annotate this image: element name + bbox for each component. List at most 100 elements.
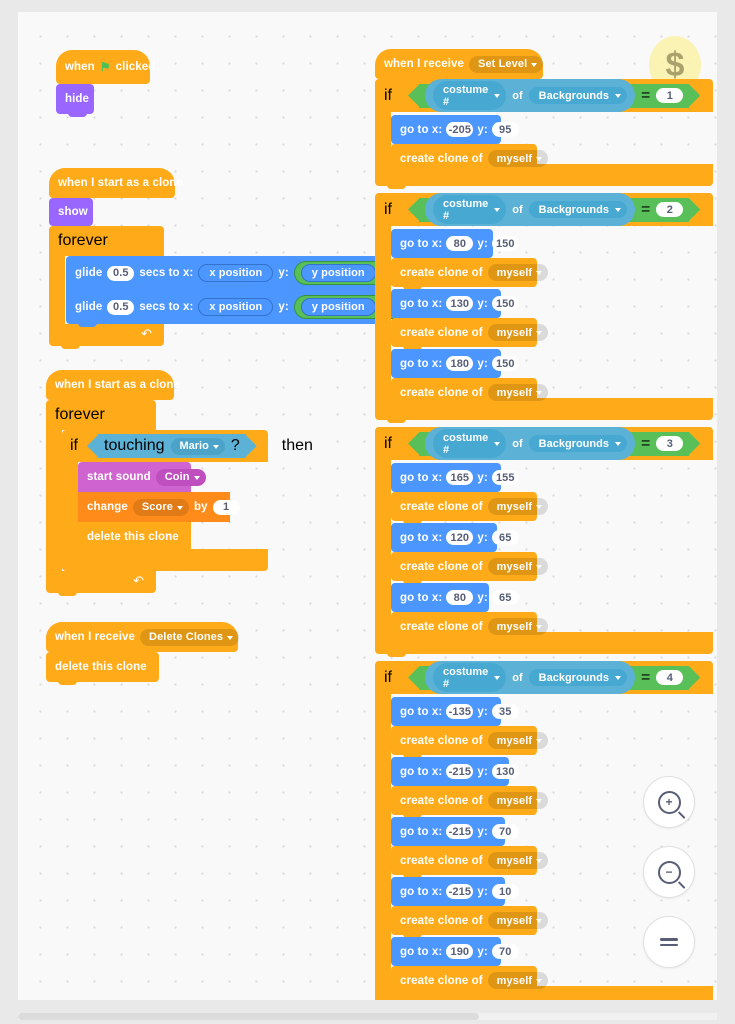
block-goto-4-5[interactable]: go to x: 190 y: 70 (391, 937, 519, 966)
reporter-of-bg2[interactable]: costume # of Backgrounds (425, 193, 635, 226)
reporter-of-bg1[interactable]: costume # of Backgrounds (425, 79, 635, 112)
goto-x-input-4-5[interactable]: 190 (446, 944, 474, 959)
clone-target-dropdown-4-5[interactable]: myself (487, 972, 549, 989)
hat-when-i-receive-delete-clones[interactable]: when I receive Delete Clones (46, 622, 240, 652)
hat-when-i-receive-set-level[interactable]: when I receive Set Level (375, 49, 544, 79)
block-goto-2-2[interactable]: go to x: 130 y: 150 (391, 289, 519, 318)
block-create-clone-3-3[interactable]: create clone of myself (391, 612, 549, 644)
clone-target-dropdown-3-1[interactable]: myself (487, 498, 549, 515)
equals-value-input-1[interactable]: 1 (656, 88, 684, 103)
zoom-out-button[interactable]: − (643, 846, 695, 898)
message-dropdown-delete-clones[interactable]: Delete Clones (140, 628, 240, 646)
glide-secs-input-1[interactable]: 0.5 (107, 265, 135, 281)
target-dropdown-2[interactable]: Backgrounds (528, 201, 627, 218)
zoom-reset-button[interactable] (643, 916, 695, 968)
block-create-clone-4-4[interactable]: create clone of myself (391, 906, 549, 938)
block-create-clone-1-1[interactable]: create clone of myself (391, 144, 549, 176)
goto-x-input-4-3[interactable]: -215 (446, 824, 474, 839)
goto-x-input-2-3[interactable]: 180 (446, 356, 474, 371)
message-dropdown-set-level[interactable]: Set Level (469, 55, 544, 73)
scrollbar-thumb[interactable] (18, 1013, 480, 1020)
block-create-clone-4-5[interactable]: create clone of myself (391, 966, 549, 998)
block-start-sound[interactable]: start sound Coin (78, 462, 206, 492)
hat-when-flag-clicked[interactable]: when ⚑ clicked (56, 50, 155, 84)
goto-y-input-2-2[interactable]: 150 (491, 296, 519, 311)
target-dropdown-3[interactable]: Backgrounds (528, 435, 627, 452)
goto-y-input-4-5[interactable]: 70 (491, 944, 519, 959)
code-workspace[interactable]: $ when ⚑ clicked hide when I start as a … (18, 12, 717, 1000)
block-delete-this-clone-2[interactable]: delete this clone (46, 652, 159, 685)
goto-x-input-3-3[interactable]: 80 (446, 590, 474, 605)
operator-equals-bg4[interactable]: costume # of Backgrounds = 4 (419, 661, 690, 694)
clone-target-dropdown-2-3[interactable]: myself (487, 384, 549, 401)
goto-x-input-4-4[interactable]: -215 (446, 884, 474, 899)
block-create-clone-4-3[interactable]: create clone of myself (391, 846, 549, 878)
costume-property-dropdown-4[interactable]: costume # (433, 663, 507, 692)
condition-touching-mario[interactable]: touching Mario ? (98, 434, 246, 458)
block-create-clone-2-3[interactable]: create clone of myself (391, 378, 549, 410)
block-goto-4-3[interactable]: go to x: -215 y: 70 (391, 817, 519, 846)
block-goto-2-3[interactable]: go to x: 180 y: 150 (391, 349, 519, 378)
block-goto-4-1[interactable]: go to x: -135 y: 35 (391, 697, 519, 726)
clone-target-dropdown-2-2[interactable]: myself (487, 324, 549, 341)
clone-target-dropdown-4-4[interactable]: myself (487, 912, 549, 929)
clone-target-dropdown-4-2[interactable]: myself (487, 792, 549, 809)
costume-property-dropdown-1[interactable]: costume # (433, 81, 507, 110)
block-goto-2-1[interactable]: go to x: 80 y: 150 (391, 229, 519, 258)
goto-y-input-4-1[interactable]: 35 (491, 704, 519, 719)
block-create-clone-2-1[interactable]: create clone of myself (391, 258, 549, 290)
block-create-clone-3-1[interactable]: create clone of myself (391, 492, 549, 524)
block-glide-1[interactable]: glide 0.5 secs to x: x position y: y pos… (66, 256, 427, 290)
target-dropdown-1[interactable]: Backgrounds (528, 87, 627, 104)
block-goto-3-1[interactable]: go to x: 165 y: 155 (391, 463, 519, 492)
equals-value-input-2[interactable]: 2 (656, 202, 684, 217)
target-dropdown-4[interactable]: Backgrounds (528, 669, 627, 686)
reporter-x-position-1[interactable]: x position (198, 264, 274, 282)
glide-secs-input-2[interactable]: 0.5 (107, 299, 135, 315)
reporter-y-position-1[interactable]: y position (300, 264, 376, 282)
goto-y-input-2-3[interactable]: 150 (491, 356, 519, 371)
clone-target-dropdown-4-3[interactable]: myself (487, 852, 549, 869)
block-create-clone-4-2[interactable]: create clone of myself (391, 786, 549, 818)
zoom-in-button[interactable]: + (643, 776, 695, 828)
block-create-clone-4-1[interactable]: create clone of myself (391, 726, 549, 758)
variable-dropdown[interactable]: Score (132, 498, 189, 516)
block-goto-3-2[interactable]: go to x: 120 y: 65 (391, 523, 519, 552)
block-create-clone-3-2[interactable]: create clone of myself (391, 552, 549, 584)
goto-x-input-2-2[interactable]: 130 (446, 296, 474, 311)
goto-x-input-4-1[interactable]: -135 (446, 704, 474, 719)
goto-y-input-2-1[interactable]: 150 (491, 236, 519, 251)
block-goto-4-4[interactable]: go to x: -215 y: 10 (391, 877, 519, 906)
goto-y-input-4-4[interactable]: 10 (491, 884, 519, 899)
goto-x-input-3-1[interactable]: 165 (446, 470, 474, 485)
reporter-of-bg3[interactable]: costume # of Backgrounds (425, 427, 635, 460)
goto-x-input-3-2[interactable]: 120 (446, 530, 474, 545)
clone-target-dropdown-3-3[interactable]: myself (487, 618, 549, 635)
operator-equals-bg2[interactable]: costume # of Backgrounds = 2 (419, 193, 690, 226)
goto-x-input-1-1[interactable]: -205 (446, 122, 474, 137)
goto-x-input-2-1[interactable]: 80 (446, 236, 474, 251)
block-delete-this-clone-1[interactable]: delete this clone (78, 522, 191, 555)
operator-equals-bg3[interactable]: costume # of Backgrounds = 3 (419, 427, 690, 460)
block-create-clone-2-2[interactable]: create clone of myself (391, 318, 549, 350)
touching-target-dropdown[interactable]: Mario (170, 437, 225, 455)
operator-equals-bg1[interactable]: costume # of Backgrounds = 1 (419, 79, 690, 112)
clone-target-dropdown-3-2[interactable]: myself (487, 558, 549, 575)
goto-y-input-4-2[interactable]: 130 (491, 764, 519, 779)
hat-when-i-start-as-a-clone-2[interactable]: when I start as a clone (46, 370, 180, 400)
sound-dropdown[interactable]: Coin (155, 468, 206, 486)
equals-value-input-4[interactable]: 4 (656, 670, 684, 685)
goto-y-input-3-2[interactable]: 65 (491, 530, 519, 545)
clone-target-dropdown-2-1[interactable]: myself (487, 264, 549, 281)
block-glide-2[interactable]: glide 0.5 secs to x: x position y: y pos… (66, 290, 427, 327)
goto-y-input-3-1[interactable]: 155 (491, 470, 519, 485)
block-goto-1-1[interactable]: go to x: -205 y: 95 (391, 115, 519, 144)
goto-y-input-4-3[interactable]: 70 (491, 824, 519, 839)
costume-property-dropdown-2[interactable]: costume # (433, 195, 507, 224)
hat-when-i-start-as-a-clone-1[interactable]: when I start as a clone (49, 168, 183, 198)
clone-target-dropdown-1-1[interactable]: myself (487, 150, 549, 167)
costume-property-dropdown-3[interactable]: costume # (433, 429, 507, 458)
goto-x-input-4-2[interactable]: -215 (446, 764, 474, 779)
change-amount-input[interactable]: 1 (212, 499, 240, 515)
goto-y-input-3-3[interactable]: 65 (491, 590, 519, 605)
